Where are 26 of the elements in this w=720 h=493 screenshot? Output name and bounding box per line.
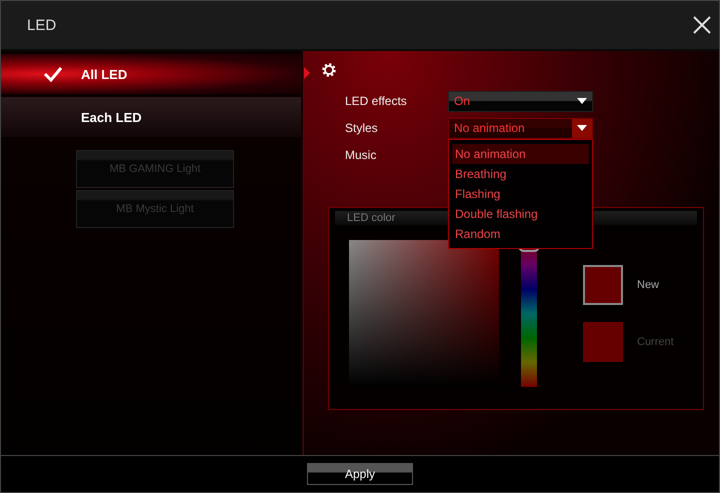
setting-label: Music: [345, 148, 378, 162]
setting-label: LED effects: [345, 94, 408, 108]
close-icon[interactable]: [693, 16, 711, 34]
sidebar-item[interactable]: All LED: [1, 54, 301, 94]
menu-item[interactable]: No animation: [452, 144, 589, 164]
window-title: LED: [27, 16, 56, 34]
setting-label: Styles: [345, 121, 379, 135]
swatch-label: New: [637, 279, 660, 291]
menu-item[interactable]: Double flashing: [452, 204, 589, 224]
caret-icon: [577, 98, 587, 104]
dropdown[interactable]: On: [448, 90, 593, 112]
menu-item[interactable]: Random: [452, 224, 589, 244]
sidebar-item[interactable]: Each LED: [1, 97, 301, 137]
apply-button[interactable]: Apply: [307, 463, 413, 485]
new-color-swatch: [583, 265, 623, 305]
swatch-label: Current: [637, 336, 674, 348]
color-picker-area[interactable]: [349, 240, 499, 387]
current-color-swatch: [583, 322, 623, 362]
dropdown[interactable]: No animation: [448, 118, 593, 138]
settings-icon[interactable]: [320, 61, 338, 79]
menu-item[interactable]: Breathing: [452, 164, 589, 184]
menu-item[interactable]: Flashing: [452, 184, 589, 204]
pointer-icon: [304, 67, 310, 79]
check-icon: [43, 66, 63, 82]
caret-icon: [577, 125, 587, 131]
panel-title: LED color: [347, 212, 396, 224]
